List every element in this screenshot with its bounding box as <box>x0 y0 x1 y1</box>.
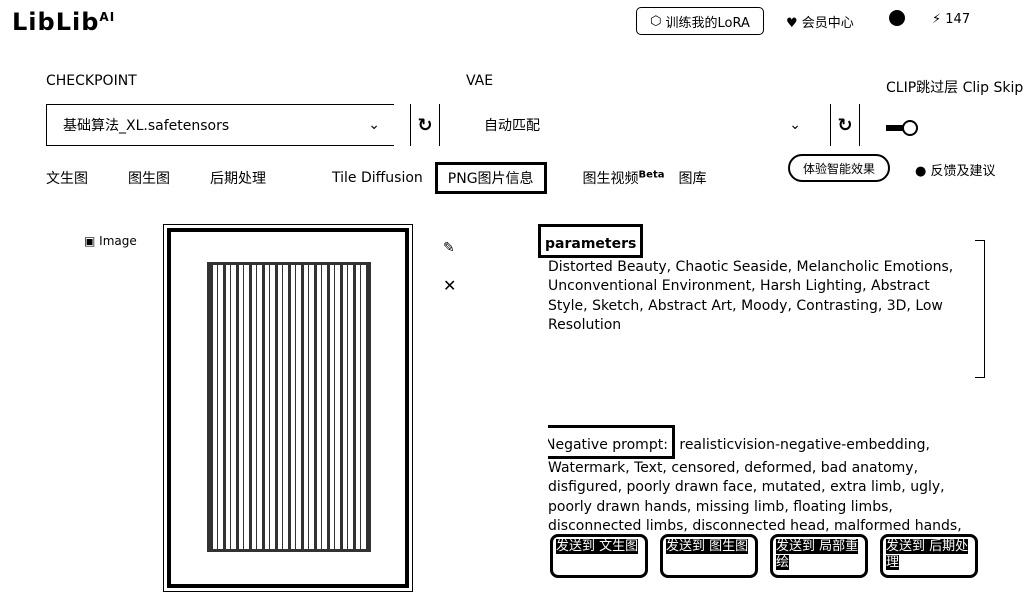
button-label: 发送到 局部重绘 <box>776 539 859 570</box>
parameters-text: Distorted Beauty, Chaotic Seaside, Melan… <box>548 258 954 334</box>
image-label: ▣ Image <box>84 234 137 248</box>
parameters-heading: parameters <box>538 224 644 258</box>
tab-txt2img[interactable]: 文生图 <box>46 164 88 192</box>
tab-tile-diffusion[interactable]: Tile Diffusion <box>332 166 423 190</box>
refresh-icon: ↻ <box>417 114 433 136</box>
member-center-label: 会员中心 <box>801 16 854 31</box>
cube-icon: ⬡ <box>650 13 662 29</box>
artwork-image <box>207 262 371 552</box>
send-to-img2img-button[interactable]: 发送到 图生图 <box>660 534 758 578</box>
button-label: 发送到 文生图 <box>556 539 639 554</box>
points-value: 147 <box>945 12 971 27</box>
lightning-icon: ⚡ <box>932 12 942 27</box>
send-to-postprocess-button[interactable]: 发送到 后期处理 <box>880 534 978 578</box>
clip-skip-label: CLIP跳过层 Clip Skip <box>886 80 1024 96</box>
clip-skip-slider[interactable] <box>886 120 918 136</box>
member-center-link[interactable]: ♥ 会员中心 <box>786 12 854 31</box>
checkpoint-value: 基础算法_XL.safetensors <box>63 118 230 134</box>
edit-icon[interactable]: ✎ <box>443 240 455 256</box>
checkpoint-select[interactable]: 基础算法_XL.safetensors ⌄ <box>46 104 394 146</box>
diamond-icon: ♥ <box>786 16 798 31</box>
tab-png-info[interactable]: PNG图片信息 <box>434 162 547 194</box>
chevron-down-icon: ⌄ <box>789 117 801 133</box>
image-label-text: Image <box>99 234 137 248</box>
message-icon[interactable] <box>889 10 905 26</box>
checkpoint-refresh-button[interactable]: ↻ <box>410 104 440 146</box>
vae-select[interactable]: 自动匹配 ⌄ <box>470 104 815 146</box>
tab-img2video[interactable]: 图生视频Beta <box>583 164 665 192</box>
close-icon[interactable]: ✕ <box>443 276 456 295</box>
negative-heading: Negative prompt: <box>548 425 675 459</box>
chevron-down-icon: ⌄ <box>368 117 380 133</box>
tab-postprocess[interactable]: 后期处理 <box>210 164 266 192</box>
vae-label: VAE <box>466 73 494 89</box>
refresh-icon: ↻ <box>837 114 853 136</box>
train-lora-button[interactable]: ⬡ 训练我的LoRA <box>636 7 764 35</box>
parameters-output[interactable]: parameters Distorted Beauty, Chaotic Sea… <box>538 224 968 336</box>
train-lora-label: 训练我的LoRA <box>665 15 750 31</box>
button-label: 发送到 图生图 <box>666 539 749 554</box>
send-to-txt2img-button[interactable]: 发送到 文生图 <box>550 534 648 578</box>
checkpoint-label: CHECKPOINT <box>46 73 137 89</box>
image-preview[interactable] <box>163 224 413 592</box>
vae-value: 自动匹配 <box>484 118 540 134</box>
logo-sup: AI <box>99 10 116 24</box>
negative-prompt-output[interactable]: Negative prompt: realisticvision-negativ… <box>548 425 968 533</box>
tab-gallery[interactable]: 图库 <box>678 164 706 192</box>
beta-badge: Beta <box>638 169 665 181</box>
feedback-link[interactable]: ● 反馈及建议 <box>915 160 996 179</box>
tab-bar: 文生图 图生图 后期处理 Tile Diffusion PNG图片信息 图生视频… <box>46 162 746 194</box>
image-icon: ▣ <box>84 234 96 248</box>
chat-icon: ● <box>915 164 927 179</box>
tab-img2video-label: 图生视频 <box>582 171 639 187</box>
liblib-logo[interactable]: LibLibAI <box>12 8 115 36</box>
points-display: ⚡ 147 <box>932 12 970 27</box>
button-label: 发送到 后期处理 <box>886 539 969 570</box>
feedback-label: 反馈及建议 <box>930 164 996 179</box>
scrollbar[interactable] <box>975 240 985 378</box>
vae-refresh-button[interactable]: ↻ <box>830 104 860 146</box>
logo-text: LibLib <box>12 8 100 36</box>
experience-button[interactable]: 体验智能效果 <box>788 154 890 182</box>
tab-img2img[interactable]: 图生图 <box>128 164 170 192</box>
send-to-inpaint-button[interactable]: 发送到 局部重绘 <box>770 534 868 578</box>
